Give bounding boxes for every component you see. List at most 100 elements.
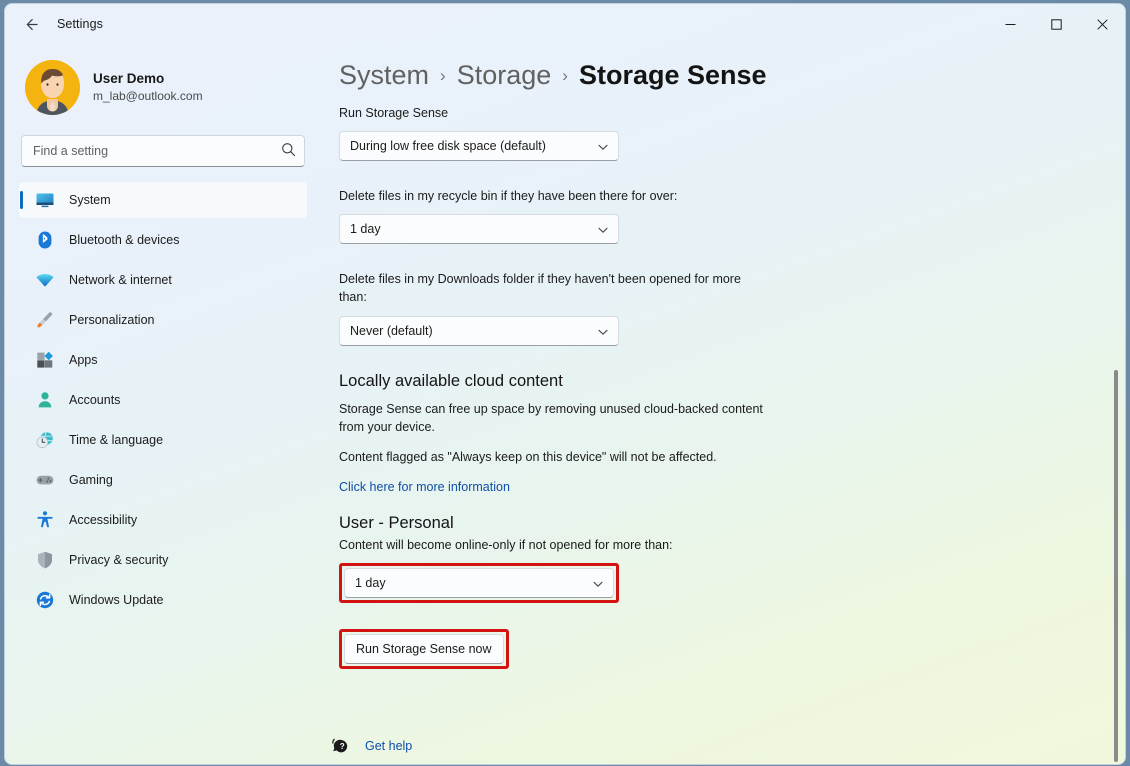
chevron-down-icon (598, 144, 608, 150)
sidebar-item-accounts[interactable]: Accounts (19, 382, 307, 418)
breadcrumb-item-system[interactable]: System (339, 60, 429, 91)
help-bubble-icon: ? (332, 738, 348, 753)
sidebar-item-time-language[interactable]: Time & language (19, 422, 307, 458)
sidebar-item-network-internet[interactable]: Network & internet (19, 262, 307, 298)
avatar (25, 60, 80, 115)
sidebar-item-apps[interactable]: Apps (19, 342, 307, 378)
user-personal-dropdown[interactable]: 1 day (344, 567, 614, 598)
sidebar-item-accessibility[interactable]: Accessibility (19, 502, 307, 538)
sidebar-item-label: Windows Update (69, 593, 164, 607)
user-personal-dropdown-highlight: 1 day (339, 562, 619, 603)
sidebar-item-personalization[interactable]: Personalization (19, 302, 307, 338)
chevron-down-icon (598, 329, 608, 335)
sidebar-item-label: Personalization (69, 313, 155, 327)
window-title: Settings (57, 17, 103, 31)
clock-globe-icon (35, 430, 55, 450)
sidebar-item-label: Privacy & security (69, 553, 169, 567)
brush-icon (35, 310, 55, 330)
sidebar-item-label: Apps (69, 353, 98, 367)
chevron-down-icon (598, 228, 608, 233)
gamepad-icon (35, 470, 55, 490)
search-input[interactable] (21, 135, 305, 167)
downloads-value: Never (default) (350, 323, 433, 338)
person-icon (35, 390, 55, 410)
breadcrumb-separator: › (562, 66, 568, 85)
run-storage-sense-now-button[interactable]: Run Storage Sense now (344, 633, 504, 664)
downloads-label: Delete files in my Downloads folder if t… (339, 272, 741, 305)
get-help-label: Get help (365, 739, 413, 753)
gamepad-icon (36, 475, 54, 485)
back-arrow-icon (26, 18, 38, 30)
get-help-link[interactable]: ? Get help (331, 736, 412, 756)
cloud-content-section: Locally available cloud content Storage … (331, 372, 1093, 496)
window-controls (987, 4, 1125, 44)
breadcrumb-item-storage[interactable]: Storage (457, 60, 552, 91)
person-icon (38, 392, 52, 408)
run-storage-sense-label: Run Storage Sense (339, 106, 449, 120)
maximize-button[interactable] (1033, 4, 1079, 44)
sidebar-item-label: Accessibility (69, 513, 138, 527)
sidebar-item-privacy-security[interactable]: Privacy & security (19, 542, 307, 578)
breadcrumb-item-storage-sense: Storage Sense (578, 60, 767, 90)
scrollbar-thumb[interactable] (1114, 370, 1118, 762)
recycle-bin-value: 1 day (350, 222, 381, 237)
content-area: System › Storage › Storage Sense Run Storage… (321, 44, 1125, 764)
bluetooth-icon (35, 230, 55, 250)
wifi-icon (36, 273, 54, 287)
accessibility-icon (37, 511, 53, 528)
svg-text:?: ? (340, 742, 345, 751)
cloud-content-paragraph-1: Storage Sense can free up space by remov… (339, 401, 763, 435)
scrollbar-track[interactable] (1110, 44, 1122, 764)
downloads-dropdown[interactable]: Never (default) (339, 315, 619, 346)
user-personal-section: User - Personal Content will become onli… (331, 514, 1093, 603)
sidebar-item-system[interactable]: System (19, 182, 307, 218)
cloud-content-heading: Locally available cloud content (339, 371, 563, 390)
title-bar: Settings (5, 4, 1125, 44)
sidebar-item-label: Time & language (69, 433, 164, 447)
sidebar-item-label: Gaming (69, 473, 113, 487)
sidebar-item-bluetooth-devices[interactable]: Bluetooth & devices (19, 222, 307, 258)
user-personal-label: Content will become online-only if not o… (339, 537, 673, 552)
maximize-icon (1050, 18, 1062, 30)
run-now-section: Run Storage Sense now (331, 628, 1093, 669)
sidebar-item-windows-update[interactable]: Windows Update (19, 582, 307, 618)
account-email: m_lab@outlook.com (93, 89, 203, 104)
sidebar: User Demo m_lab@outlook.com System Blueto… (5, 44, 321, 764)
sidebar-item-gaming[interactable]: Gaming (19, 462, 307, 498)
run-storage-sense-dropdown[interactable]: During low free disk space (default) (339, 131, 619, 162)
back-button[interactable] (13, 8, 49, 40)
apps-icon (37, 351, 53, 368)
monitor-icon (36, 193, 54, 208)
recycle-bin-dropdown[interactable]: 1 day (339, 214, 619, 245)
shield-icon (38, 551, 52, 569)
minimize-icon (1005, 23, 1015, 25)
user-personal-value: 1 day (355, 575, 386, 590)
recycle-bin-label: Delete files in my recycle bin if they h… (339, 189, 678, 204)
breadcrumb: System › Storage › Storage Sense (331, 60, 1093, 91)
run-storage-sense-section: Run Storage Sense During low free disk s… (331, 104, 1093, 162)
update-icon (36, 591, 54, 609)
account-card[interactable]: User Demo m_lab@outlook.com (17, 44, 309, 125)
sidebar-item-label: Bluetooth & devices (69, 233, 180, 247)
apps-icon (35, 350, 55, 370)
brush-icon (37, 312, 53, 328)
bluetooth-icon (38, 231, 52, 249)
sidebar-nav: System Bluetooth & devices Network & inter… (17, 182, 309, 618)
close-icon (1096, 18, 1108, 30)
cloud-content-more-info-link[interactable]: Click here for more information (339, 480, 510, 494)
cloud-content-paragraph-2: Content flagged as "Always keep on this … (339, 450, 717, 464)
run-storage-sense-value: During low free disk space (default) (350, 139, 546, 154)
shield-icon (35, 550, 55, 570)
chevron-down-icon (593, 581, 603, 587)
monitor-icon (35, 190, 55, 210)
recycle-bin-section: Delete files in my recycle bin if they h… (331, 187, 1093, 245)
breadcrumb-separator: › (440, 66, 446, 85)
accessibility-icon (35, 510, 55, 530)
close-button[interactable] (1079, 4, 1125, 44)
search-box (21, 135, 305, 167)
sidebar-item-label: System (69, 193, 111, 207)
sidebar-item-label: Network & internet (69, 273, 172, 287)
minimize-button[interactable] (987, 4, 1033, 44)
settings-window: Settings User Demo m_lab@outlook.com Fin… (4, 3, 1126, 765)
sidebar-item-label: Accounts (69, 393, 121, 407)
